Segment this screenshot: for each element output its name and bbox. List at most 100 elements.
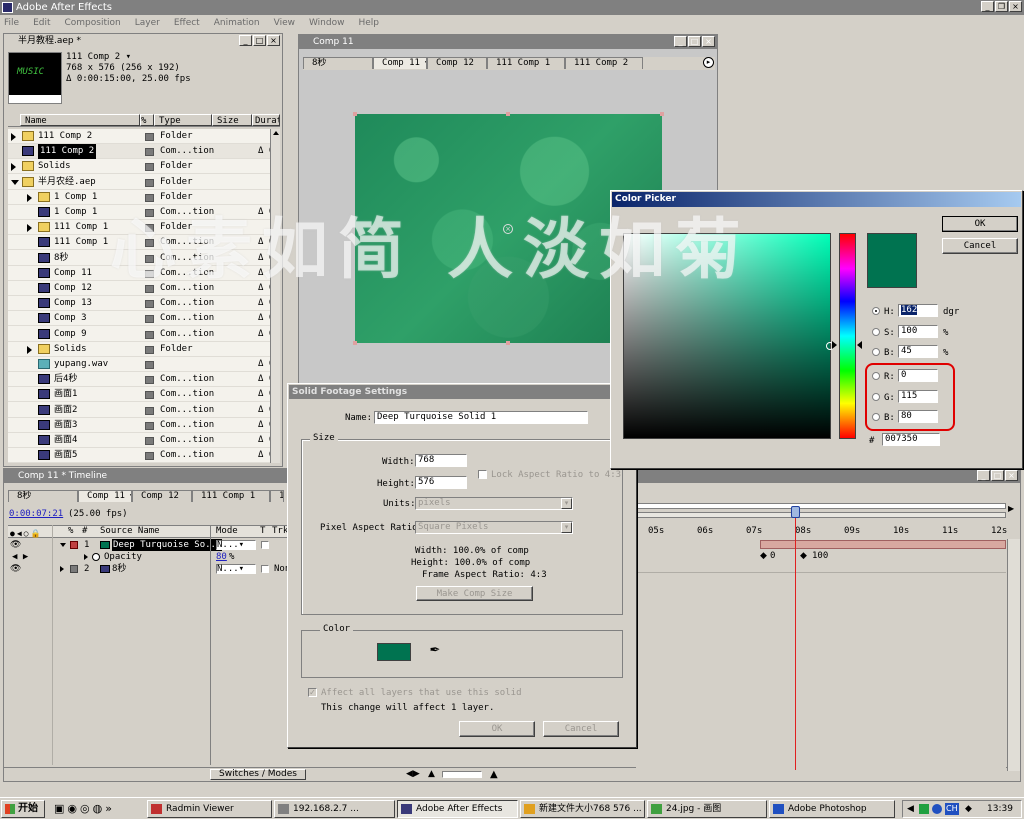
- chevron-down-icon[interactable]: ▾: [561, 498, 572, 509]
- restore-icon[interactable]: ❐: [995, 1, 1008, 12]
- b-input[interactable]: 45: [898, 345, 938, 358]
- menu-item-composition[interactable]: Composition: [65, 16, 121, 30]
- project-item[interactable]: 画面4 Com...tion Δ 0: [8, 433, 270, 448]
- opacity-value[interactable]: 80: [216, 551, 227, 563]
- label-swatch[interactable]: [70, 541, 78, 549]
- h-input[interactable]: 162: [898, 304, 938, 317]
- zoom-out-icon[interactable]: ▲: [428, 769, 435, 779]
- media-icon[interactable]: ◉: [67, 802, 80, 815]
- project-item[interactable]: Comp 9 Com...tion Δ 0: [8, 327, 270, 342]
- menu-item-effect[interactable]: Effect: [174, 16, 200, 30]
- project-item[interactable]: 111 Comp 2 Com...tion Δ 0: [8, 144, 270, 160]
- hex-input[interactable]: 007350: [882, 433, 940, 446]
- col-size[interactable]: Size: [212, 114, 252, 126]
- mode-dropdown[interactable]: N...▾: [216, 540, 256, 550]
- close-icon[interactable]: ×: [1005, 470, 1018, 481]
- label-swatch[interactable]: [145, 133, 154, 141]
- layer-name[interactable]: Deep Turquoise So...: [112, 539, 223, 551]
- label-swatch[interactable]: [145, 361, 154, 369]
- twirl-open-icon[interactable]: [60, 543, 66, 547]
- eye-icon[interactable]: 👁: [10, 563, 21, 575]
- twirl-open-icon[interactable]: [11, 179, 19, 185]
- color-swatch[interactable]: [377, 643, 411, 661]
- tab[interactable]: 111 Comp 2: [565, 57, 643, 69]
- label-swatch[interactable]: [145, 163, 154, 172]
- menu-item-animation[interactable]: Animation: [214, 16, 260, 30]
- label-swatch[interactable]: [145, 376, 154, 385]
- lock-aspect-checkbox[interactable]: [478, 470, 487, 479]
- twirl-closed-icon[interactable]: [27, 193, 32, 202]
- height-input[interactable]: 576: [415, 476, 467, 489]
- taskbar-item[interactable]: Radmin Viewer: [147, 800, 272, 818]
- project-item[interactable]: 后4秒 Com...tion Δ 0: [8, 372, 270, 388]
- tab[interactable]: 8秒: [303, 57, 373, 69]
- picker-cancel-button[interactable]: Cancel: [942, 238, 1018, 254]
- t-checkbox[interactable]: [261, 565, 269, 573]
- menu-item-help[interactable]: Help: [358, 16, 379, 30]
- h-radio[interactable]: [872, 307, 880, 315]
- taskbar-item[interactable]: 24.jpg - 画图: [647, 800, 767, 818]
- source-name-header[interactable]: Source Name: [100, 526, 160, 537]
- chevron-down-icon[interactable]: ▾: [561, 522, 572, 533]
- b-radio[interactable]: [872, 348, 880, 356]
- tab[interactable]: 111 Comp 1: [487, 57, 565, 69]
- taskbar-item[interactable]: Adobe After Effects: [397, 800, 518, 818]
- maximize-icon[interactable]: □: [253, 35, 266, 46]
- label-swatch[interactable]: [70, 565, 78, 573]
- stopwatch-icon[interactable]: [92, 553, 100, 561]
- col-name[interactable]: Name: [20, 114, 140, 126]
- label-swatch[interactable]: [145, 406, 154, 415]
- ruler-end-icon[interactable]: ▶: [1008, 504, 1014, 513]
- project-item[interactable]: 画面2 Com...tion Δ 0: [8, 403, 270, 418]
- twirl-closed-icon[interactable]: [27, 345, 32, 354]
- label-swatch[interactable]: [145, 315, 154, 324]
- timeline-ruler[interactable]: 05s 06s 07s 08s 09s 10s 11s 12s ▶: [636, 490, 1020, 540]
- work-area-bar[interactable]: [636, 503, 1006, 509]
- tab[interactable]: 111 Comp 1: [192, 490, 270, 502]
- info-name[interactable]: 111 Comp 2 ▾: [66, 52, 191, 63]
- label-swatch[interactable]: [145, 330, 154, 339]
- eye-icon[interactable]: 👁: [10, 539, 21, 551]
- label-swatch[interactable]: [145, 178, 154, 187]
- par-select[interactable]: Square Pixels: [415, 521, 573, 534]
- label-swatch[interactable]: [145, 345, 154, 354]
- tab[interactable]: Comp 12: [132, 490, 192, 502]
- tab[interactable]: 11: [270, 490, 284, 502]
- width-input[interactable]: 768: [415, 454, 467, 467]
- minimize-icon[interactable]: _: [977, 470, 990, 481]
- project-item[interactable]: 画面3 Com...tion Δ 0: [8, 418, 270, 433]
- timeline-vscroll[interactable]: [1007, 539, 1020, 771]
- cti-head-icon[interactable]: [791, 506, 800, 518]
- zoom-in-icon[interactable]: ▲: [490, 769, 498, 780]
- picker-ok-button[interactable]: OK: [942, 216, 1018, 232]
- project-item[interactable]: Solids Folder: [8, 159, 270, 175]
- ok-button[interactable]: OK: [459, 721, 535, 737]
- menu-item-layer[interactable]: Layer: [135, 16, 160, 30]
- project-scrollbar[interactable]: [270, 129, 280, 463]
- close-icon[interactable]: ×: [702, 36, 715, 47]
- units-select[interactable]: pixels: [415, 497, 573, 510]
- project-item[interactable]: Comp 3 Com...tion Δ 0: [8, 311, 270, 327]
- input-language-indicator[interactable]: CH: [945, 803, 959, 815]
- time-navigator[interactable]: [636, 512, 1006, 518]
- col-type[interactable]: Type: [154, 114, 212, 126]
- menu-item-file[interactable]: File: [4, 16, 19, 30]
- taskbar-item[interactable]: 新建文件大小768 576 ...: [520, 800, 645, 818]
- mode-dropdown[interactable]: N...▾: [216, 564, 256, 574]
- start-button[interactable]: 开始: [1, 800, 45, 818]
- tab[interactable]: Comp 12: [427, 57, 487, 69]
- layer-handle-bm[interactable]: [506, 341, 510, 345]
- show-desktop-icon[interactable]: ▣: [54, 802, 67, 815]
- layer-row-1[interactable]: 👁 1 Deep Turquoise So... N...▾: [8, 539, 291, 551]
- layer-handle-tr[interactable]: [660, 112, 664, 116]
- hue-arrow-left-icon[interactable]: [832, 341, 837, 349]
- project-item[interactable]: 111 Comp 2 Folder: [8, 129, 270, 144]
- t-checkbox[interactable]: [261, 541, 269, 549]
- layer-handle-tl[interactable]: [353, 112, 357, 116]
- layer-handle-bl[interactable]: [353, 341, 357, 345]
- layer-2-bar[interactable]: [636, 564, 1006, 573]
- hue-arrow-right-icon[interactable]: [857, 341, 862, 349]
- project-item[interactable]: 半月农经.aep Folder: [8, 175, 270, 190]
- twirl-closed-icon[interactable]: [84, 554, 88, 560]
- name-input[interactable]: Deep Turquoise Solid 1: [374, 411, 588, 424]
